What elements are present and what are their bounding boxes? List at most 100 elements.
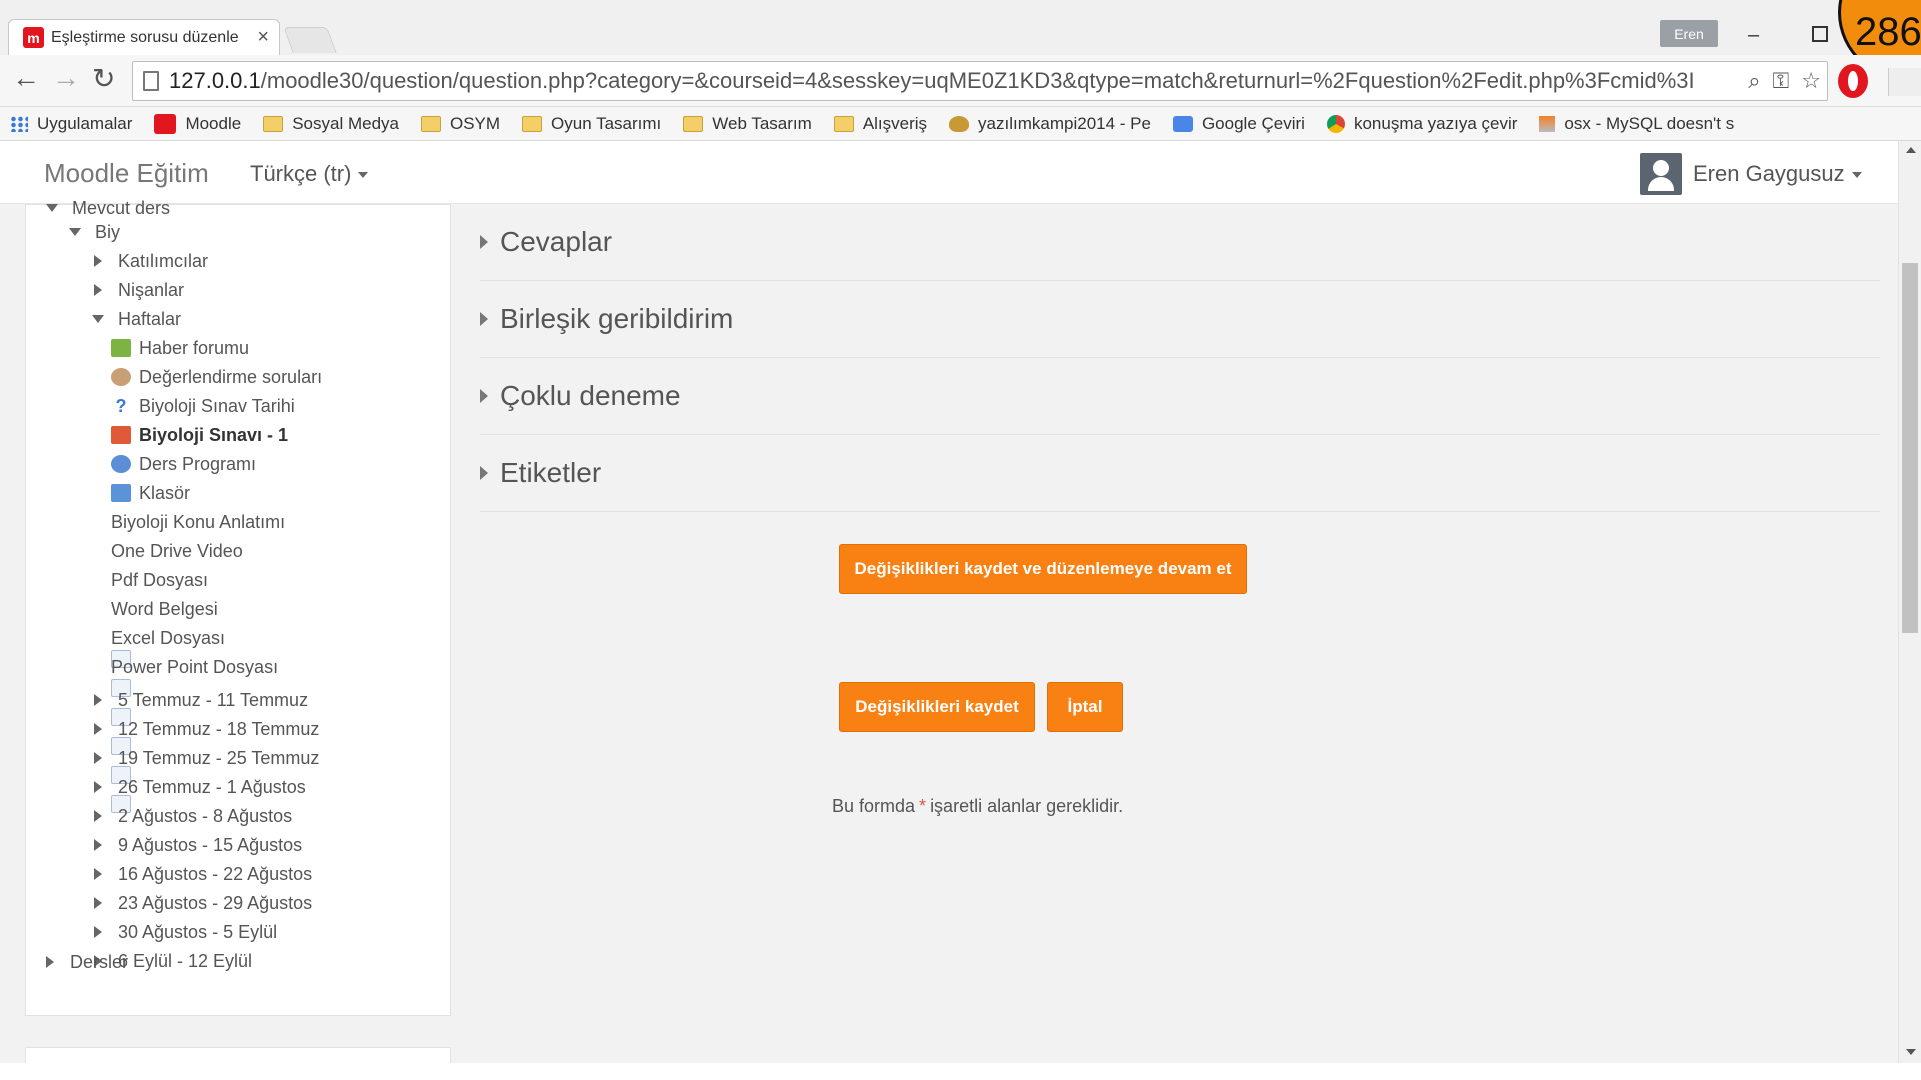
save-and-continue-button[interactable]: Değişiklikleri kaydet ve düzenlemeye dev… — [839, 544, 1247, 594]
url-host: 127.0.0.1 — [169, 68, 261, 93]
tree-label: Biyoloji Sınavı - 1 — [139, 424, 289, 445]
tree-activity[interactable]: One Drive Video — [111, 538, 243, 697]
scroll-down-icon[interactable] — [1906, 1049, 1916, 1055]
bookmark-item[interactable]: Sosyal Medya — [263, 114, 399, 134]
tree-week[interactable]: 26 Temmuz - 1 Ağustos — [94, 774, 306, 800]
folder-icon — [683, 115, 704, 132]
tree-node-courses[interactable]: Dersler — [46, 949, 128, 975]
bookmark-label: Web Tasarım — [712, 113, 812, 133]
expand-right-icon — [480, 312, 488, 326]
tree-label: 26 Temmuz - 1 Ağustos — [118, 776, 306, 797]
apps-icon — [10, 115, 28, 132]
bookmarks-bar: Uygulamalar Moodle Sosyal Medya OSYM Oyun Ta… — [0, 107, 1921, 141]
folder-icon — [833, 115, 854, 132]
tree-activity[interactable]: Pdf Dosyası — [111, 567, 208, 726]
expand-right-icon — [94, 284, 102, 296]
administration-block — [25, 1047, 451, 1063]
restore-icon[interactable] — [1812, 26, 1828, 42]
section-birlesik-geribildirim[interactable]: Birleşik geribildirim — [480, 281, 1880, 358]
bookmark-item[interactable]: OSYM — [420, 114, 500, 134]
bookmark-item[interactable]: Google Çeviri — [1172, 113, 1305, 134]
tree-activity[interactable]: Word Belgesi — [111, 596, 218, 755]
tree-node-weeks[interactable]: Haftalar — [92, 306, 181, 332]
tree-activity[interactable]: Excel Dosyası — [111, 625, 226, 784]
folder-icon — [522, 115, 543, 132]
bookmark-star-icon[interactable]: ☆ — [1801, 68, 1821, 94]
section-etiketler[interactable]: Etiketler — [480, 435, 1880, 512]
user-avatar[interactable] — [1640, 153, 1682, 195]
site-brand[interactable]: Moodle Eğitim — [44, 158, 209, 189]
tree-activity[interactable]: Ders Programı — [111, 451, 256, 477]
tree-label: 2 Ağustos - 8 Ağustos — [118, 805, 293, 826]
bookmark-item[interactable]: yazılımkampi2014 - Pe — [949, 114, 1151, 134]
url-text[interactable]: 127.0.0.1/moodle30/question/question.php… — [169, 68, 1742, 94]
tree-label: 9 Ağustos - 15 Ağustos — [118, 834, 303, 855]
section-label: Etiketler — [500, 457, 602, 488]
tree-node-course[interactable]: Biy — [69, 219, 120, 245]
page-scrollbar[interactable] — [1898, 141, 1921, 1063]
tree-week[interactable]: 5 Temmuz - 11 Temmuz — [94, 687, 308, 713]
tree-node-participants[interactable]: Katılımcılar — [94, 248, 208, 274]
page-icon — [143, 71, 159, 91]
section-cevaplar[interactable]: Cevaplar — [480, 204, 1880, 281]
scroll-thumb[interactable] — [1902, 263, 1918, 633]
tree-activity[interactable]: Biyoloji Sınavı - 1 — [111, 422, 288, 448]
question-edit-form: Cevaplar Birleşik geribildirim Çoklu den… — [470, 204, 1890, 1063]
tree-activity[interactable]: ? Biyoloji Sınav Tarihi — [111, 393, 295, 419]
browser-menu-icon[interactable] — [1888, 68, 1921, 96]
tree-activity[interactable]: Klasör — [111, 480, 190, 506]
tree-label: Excel Dosyası — [111, 627, 226, 648]
minimize-icon[interactable]: – — [1748, 24, 1759, 47]
key-icon[interactable]: ⚿ — [1773, 68, 1790, 94]
bookmark-item[interactable]: Uygulamalar — [10, 114, 132, 134]
bookmark-item[interactable]: Web Tasarım — [683, 114, 812, 134]
tree-activity[interactable]: Haber forumu — [111, 335, 249, 361]
language-label: Türkçe (tr) — [250, 161, 352, 186]
tree-activity[interactable]: Değerlendirme soruları — [111, 364, 322, 390]
tree-week[interactable]: 9 Ağustos - 15 Ağustos — [94, 832, 302, 858]
browser-tab[interactable]: m Eşleştirme sorusu düzenle × — [8, 19, 280, 55]
tree-node-mevcut[interactable]: Mevcut ders — [46, 195, 170, 221]
tree-label: 16 Ağustos - 22 Ağustos — [118, 863, 313, 884]
tree-week[interactable]: 16 Ağustos - 22 Ağustos — [94, 861, 312, 887]
tree-week[interactable]: 23 Ağustos - 29 Ağustos — [94, 890, 312, 916]
user-menu[interactable]: Eren Gaygusuz — [1693, 161, 1862, 187]
required-note-text: Bu formda — [832, 796, 916, 816]
back-icon[interactable]: ← — [12, 62, 40, 94]
caret-down-icon — [1851, 172, 1862, 179]
expand-down-icon — [46, 204, 58, 212]
forum-icon — [111, 339, 131, 357]
language-menu[interactable]: Türkçe (tr) — [250, 161, 369, 187]
tree-week[interactable]: 19 Temmuz - 25 Temmuz — [94, 745, 319, 771]
bookmark-item[interactable]: osx - MySQL doesn't s — [1539, 114, 1734, 134]
bookmark-item[interactable]: Moodle — [154, 113, 241, 134]
forward-icon[interactable]: → — [52, 62, 80, 94]
chrome-icon — [1326, 114, 1345, 133]
section-coklu-deneme[interactable]: Çoklu deneme — [480, 358, 1880, 435]
moodle-page: Moodle Eğitim Türkçe (tr) Eren Gaygusuz … — [0, 141, 1898, 1063]
tab-close-icon[interactable]: × — [257, 26, 269, 49]
questionnaire-icon — [111, 368, 131, 386]
tree-week[interactable]: 12 Temmuz - 18 Temmuz — [94, 716, 319, 742]
bookmark-item[interactable]: konuşma yazıya çevir — [1326, 114, 1517, 134]
caret-down-icon — [358, 172, 369, 179]
tree-activity[interactable]: Biyoloji Konu Anlatımı — [111, 509, 285, 668]
tree-week[interactable]: 2 Ağustos - 8 Ağustos — [94, 803, 292, 829]
expand-right-icon — [480, 235, 488, 249]
save-button[interactable]: Değişiklikleri kaydet — [839, 682, 1035, 732]
expand-right-icon — [94, 868, 102, 880]
profile-badge[interactable]: Eren — [1660, 20, 1718, 47]
bookmark-item[interactable]: Oyun Tasarımı — [522, 114, 661, 134]
cancel-button[interactable]: İptal — [1047, 682, 1123, 732]
tree-activity[interactable]: Power Point Dosyası — [111, 654, 278, 813]
reload-icon[interactable]: ↻ — [92, 62, 115, 95]
new-tab-button[interactable] — [283, 27, 337, 53]
tree-node-badges[interactable]: Nişanlar — [94, 277, 184, 303]
bookmark-label: Google Çeviri — [1201, 113, 1305, 133]
zoom-icon[interactable]: ⌕ — [1748, 68, 1760, 94]
bookmark-item[interactable]: Alışveriş — [833, 114, 927, 134]
scroll-up-icon[interactable] — [1906, 147, 1916, 153]
opera-extension-icon[interactable] — [1838, 64, 1868, 98]
address-bar[interactable]: 127.0.0.1/moodle30/question/question.php… — [132, 61, 1828, 101]
tree-week[interactable]: 30 Ağustos - 5 Eylül — [94, 919, 277, 945]
